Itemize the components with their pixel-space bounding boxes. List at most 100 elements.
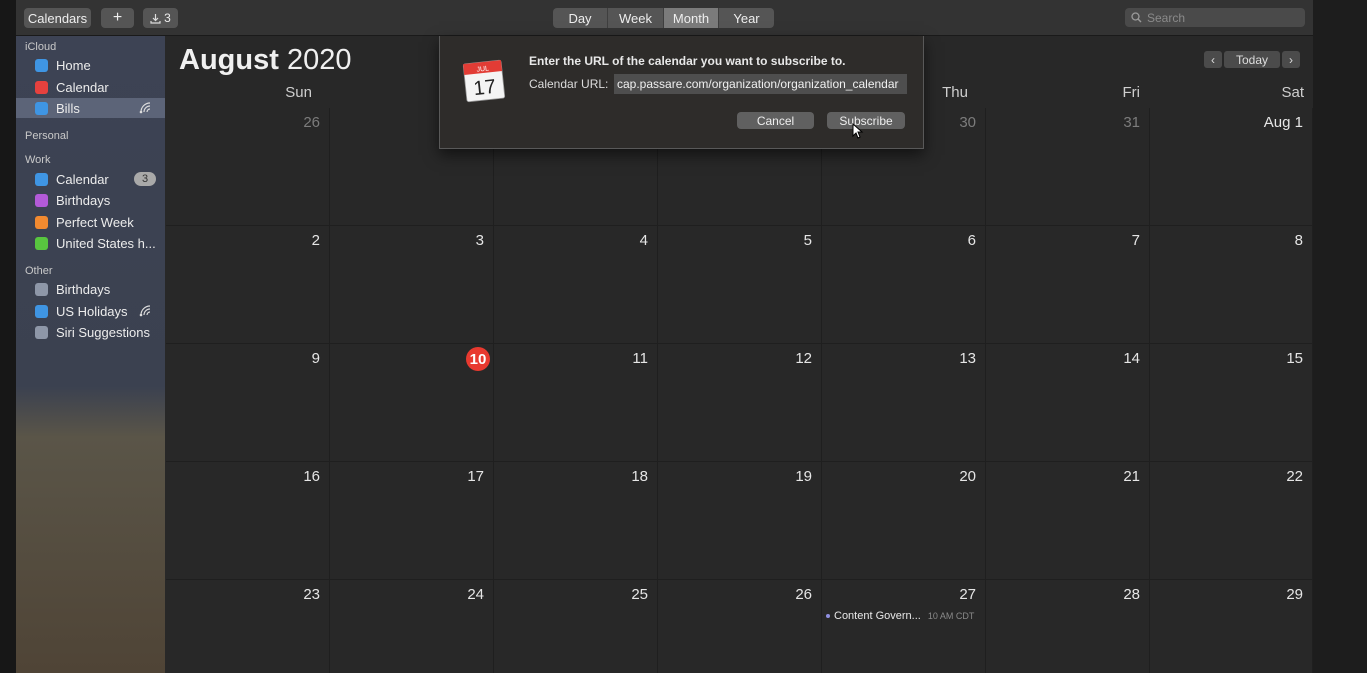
download-icon (150, 13, 161, 24)
calendar-url-field[interactable] (614, 74, 907, 94)
weekday-fri: Fri (1122, 84, 1141, 101)
search-icon (1131, 12, 1142, 23)
count-badge: 3 (134, 172, 156, 186)
sidebar-item-label: Bills (56, 100, 80, 116)
inbox-button[interactable]: 3 (143, 8, 178, 28)
day-number: 11 (632, 350, 648, 367)
sidebar-item-label: Birthdays (56, 192, 111, 208)
day-cell[interactable]: 21 (986, 462, 1150, 580)
day-cell[interactable]: 15 (1150, 344, 1313, 462)
previous-month-button[interactable]: ‹ (1204, 51, 1222, 68)
day-cell[interactable]: 22 (1150, 462, 1313, 580)
sidebar-item-label: United States h... (56, 235, 156, 251)
day-cell[interactable]: 28 (986, 580, 1150, 673)
day-cell[interactable]: 23 (166, 580, 330, 673)
calendar-color-swatch[interactable] (35, 325, 48, 339)
sidebar-item-bills[interactable]: Bills (16, 98, 165, 118)
icon-day-text: 17 (473, 76, 497, 100)
day-cell[interactable]: 11 (494, 344, 658, 462)
day-cell[interactable]: 10 (330, 344, 494, 462)
icon-month-text: JUL (476, 65, 489, 73)
day-cell[interactable]: 16 (166, 462, 330, 580)
next-month-button[interactable]: › (1282, 51, 1300, 68)
sidebar-item-other-birthdays[interactable]: Birthdays (16, 279, 165, 299)
day-number: 7 (1131, 232, 1140, 249)
day-number: 25 (631, 586, 648, 603)
sidebar-item-label: Calendar (56, 171, 109, 187)
weekday-sun: Sun (285, 84, 312, 101)
day-cell[interactable]: Aug 1 (1150, 108, 1313, 226)
day-cell[interactable]: 27 Content Govern... 10 AM CDT (822, 580, 986, 673)
sidebar-item-perfect-week[interactable]: Perfect Week (16, 212, 165, 232)
sidebar-item-label: Home (56, 57, 91, 73)
calendars-button[interactable]: Calendars (24, 8, 91, 28)
calendar-event[interactable]: Content Govern... 10 AM CDT (826, 610, 974, 622)
day-cell[interactable]: 5 (658, 226, 822, 344)
day-cell[interactable]: 4 (494, 226, 658, 344)
add-event-button[interactable]: + (101, 8, 134, 28)
day-cell[interactable]: 12 (658, 344, 822, 462)
today-button[interactable]: Today (1224, 51, 1280, 68)
search-input[interactable] (1147, 10, 1297, 25)
day-number: 17 (467, 468, 484, 485)
day-cell[interactable]: 3 (330, 226, 494, 344)
day-number: 2 (311, 232, 320, 249)
calendar-color-swatch[interactable] (35, 80, 48, 94)
day-cell[interactable]: 24 (330, 580, 494, 673)
event-time: 10 AM CDT (927, 611, 975, 621)
day-cell[interactable]: 14 (986, 344, 1150, 462)
sidebar: iCloud Home Calendar Bills Personal Work… (16, 36, 165, 673)
view-year-button[interactable]: Year (719, 8, 774, 28)
day-cell[interactable]: 18 (494, 462, 658, 580)
sidebar-item-birthdays[interactable]: Birthdays (16, 190, 165, 210)
day-cell[interactable]: 25 (494, 580, 658, 673)
weekday-sat: Sat (1281, 84, 1304, 101)
event-dot-icon (826, 614, 830, 618)
day-cell[interactable]: 7 (986, 226, 1150, 344)
calendar-color-swatch[interactable] (35, 236, 48, 250)
subscribe-button[interactable]: Subscribe (827, 112, 905, 129)
day-number: 6 (967, 232, 976, 249)
calendar-color-swatch[interactable] (35, 172, 48, 186)
day-cell[interactable]: 26 (658, 580, 822, 673)
day-cell[interactable]: 29 (1150, 580, 1313, 673)
event-title: Content Govern... (834, 610, 921, 622)
day-cell[interactable]: 20 (822, 462, 986, 580)
cancel-button[interactable]: Cancel (737, 112, 814, 129)
sidebar-item-label: Calendar (56, 79, 109, 95)
view-month-button[interactable]: Month (664, 8, 719, 28)
calendar-app-icon: JUL 17 (462, 59, 506, 103)
day-number: Aug 1 (1263, 114, 1303, 131)
sidebar-item-calendar[interactable]: Calendar (16, 77, 165, 97)
day-number: 29 (1286, 586, 1303, 603)
sidebar-item-siri-suggestions[interactable]: Siri Suggestions (16, 322, 165, 342)
day-cell[interactable]: 13 (822, 344, 986, 462)
day-cell[interactable]: 31 (986, 108, 1150, 226)
day-cell[interactable]: 6 (822, 226, 986, 344)
day-number: 15 (1286, 350, 1303, 367)
search-field[interactable] (1125, 8, 1305, 27)
calendar-color-swatch[interactable] (35, 282, 48, 296)
view-day-button[interactable]: Day (553, 8, 608, 28)
sidebar-item-us-holidays-work[interactable]: United States h... (16, 233, 165, 253)
inbox-count: 3 (164, 11, 171, 25)
sidebar-item-us-holidays[interactable]: US Holidays (16, 301, 165, 321)
day-cell[interactable]: 26 (166, 108, 330, 226)
day-cell[interactable]: 19 (658, 462, 822, 580)
day-number: 30 (959, 114, 976, 131)
calendar-color-swatch[interactable] (35, 101, 48, 115)
calendar-color-swatch[interactable] (35, 304, 48, 318)
calendar-color-swatch[interactable] (35, 58, 48, 72)
sidebar-item-home[interactable]: Home (16, 55, 165, 75)
day-cell[interactable]: 17 (330, 462, 494, 580)
day-cell[interactable]: 9 (166, 344, 330, 462)
desktop-background-right (1313, 0, 1367, 673)
calendar-color-swatch[interactable] (35, 193, 48, 207)
day-cell[interactable]: 2 (166, 226, 330, 344)
today-date-badge: 10 (466, 347, 490, 371)
sidebar-item-work-calendar[interactable]: Calendar 3 (16, 169, 165, 189)
day-cell[interactable]: 8 (1150, 226, 1313, 344)
view-week-button[interactable]: Week (608, 8, 664, 28)
calendar-color-swatch[interactable] (35, 215, 48, 229)
sidebar-item-label: Birthdays (56, 281, 111, 297)
